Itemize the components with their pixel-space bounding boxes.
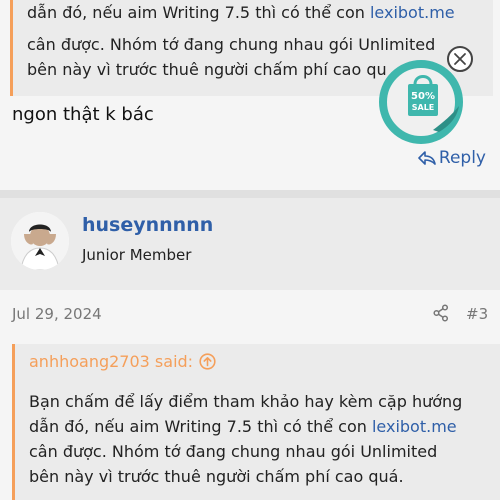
quote-line: dẫn đó, nếu aim Writing 7.5 thì có thể c…: [29, 417, 457, 436]
promo-sale: SALE: [412, 103, 435, 112]
author-bar: huseynnnnn Junior Member: [0, 198, 500, 290]
arrow-up-circle-icon: [199, 353, 216, 370]
post-message: ngon thật k bác: [12, 104, 154, 125]
quote-line: cân được. Nhóm tớ đang chung nhau gói Un…: [29, 442, 438, 461]
quote-block: anhhoang2703 said: Bạn chấm để lấy điểm …: [12, 344, 500, 500]
post-number[interactable]: #3: [466, 305, 488, 323]
reply-button[interactable]: Reply: [418, 148, 486, 168]
sale-promo-badge[interactable]: 50% SALE: [377, 46, 481, 146]
quote-line: bên này vì trước thuê người chấm phí cao…: [27, 60, 387, 79]
close-icon[interactable]: [447, 46, 473, 72]
quote-line: cân được. Nhóm tớ đang chung nhau gói Un…: [27, 35, 436, 54]
quote-author: anhhoang2703 said:: [29, 352, 194, 371]
quote-line: dẫn đó, nếu aim Writing 7.5 thì có thể c…: [27, 3, 455, 22]
reply-icon: [418, 151, 436, 165]
username[interactable]: huseynnnnn: [82, 214, 213, 236]
share-icon[interactable]: [433, 304, 449, 322]
user-title: Junior Member: [82, 246, 192, 264]
quote-line: Bạn chấm để lấy điểm tham khảo hay kèm c…: [29, 392, 463, 411]
reply-label: Reply: [438, 148, 486, 168]
post-2: huseynnnnn Junior Member Jul 29, 2024 #3…: [0, 198, 500, 500]
quote-link[interactable]: lexibot.me: [370, 3, 455, 22]
quote-link[interactable]: lexibot.me: [372, 417, 457, 436]
quote-line: bên này vì trước thuê người chấm phí cao…: [29, 467, 404, 486]
avatar[interactable]: [11, 212, 69, 270]
quote-attribution[interactable]: anhhoang2703 said:: [29, 352, 216, 371]
post-separator: [0, 190, 500, 198]
avatar-image: [11, 212, 69, 270]
promo-percent: 50%: [411, 91, 435, 102]
post-date[interactable]: Jul 29, 2024: [12, 305, 102, 323]
